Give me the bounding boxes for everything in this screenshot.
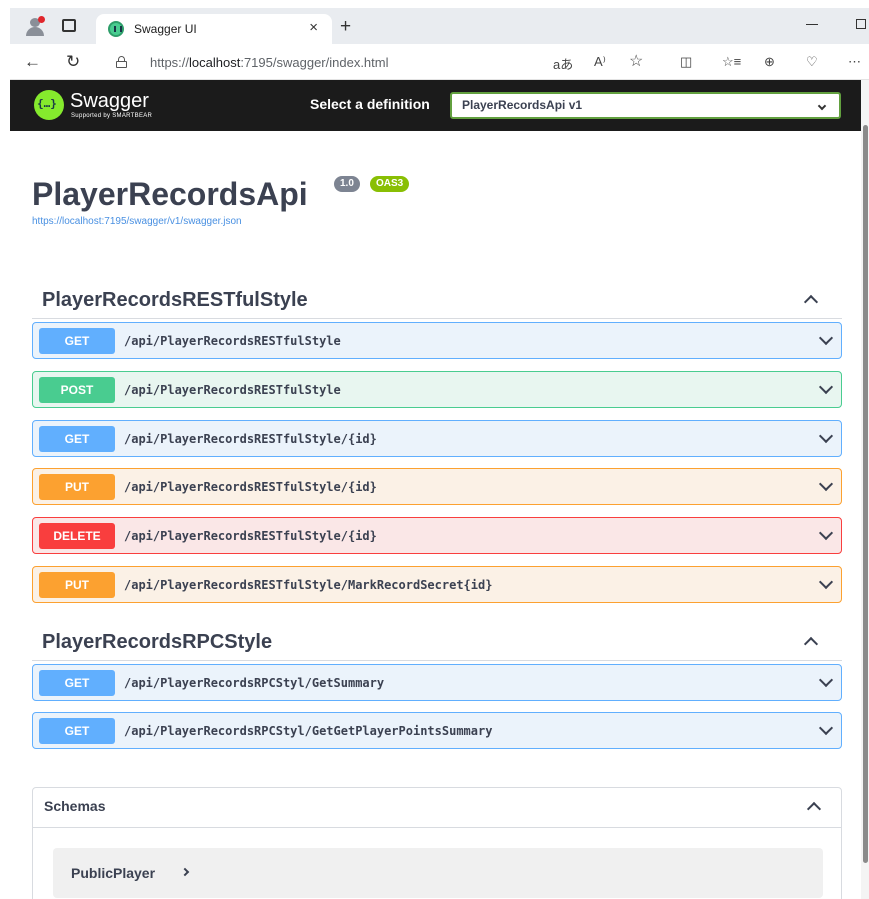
address-toolbar: ← ↻ https://localhost:7195/swagger/index… bbox=[10, 44, 869, 80]
schemas-header[interactable]: Schemas bbox=[33, 788, 841, 828]
expand-chevron-icon[interactable] bbox=[818, 672, 834, 688]
operation-row[interactable]: PUT /api/PlayerRecordsRESTfulStyle/MarkR… bbox=[32, 566, 842, 603]
definition-select[interactable]: PlayerRecordsApi v1 bbox=[450, 92, 841, 119]
new-tab-button[interactable]: + bbox=[340, 16, 351, 38]
operation-row[interactable]: POST /api/PlayerRecordsRESTfulStyle bbox=[32, 371, 842, 408]
method-badge: POST bbox=[39, 377, 115, 403]
operation-row[interactable]: PUT /api/PlayerRecordsRESTfulStyle/{id} bbox=[32, 468, 842, 505]
expand-chevron-icon[interactable] bbox=[818, 476, 834, 492]
tag-section-rpc[interactable]: PlayerRecordsRPCStyle bbox=[32, 625, 842, 661]
read-aloud-icon[interactable]: aあ bbox=[553, 54, 573, 73]
maximize-icon[interactable] bbox=[856, 19, 866, 29]
tag-section-restful[interactable]: PlayerRecordsRESTfulStyle bbox=[32, 283, 842, 319]
url-text: https://localhost:7195/swagger/index.htm… bbox=[150, 55, 389, 70]
schemas-section: Schemas PublicPlayer bbox=[32, 787, 842, 899]
operation-path: /api/PlayerRecordsRESTfulStyle/{id} bbox=[124, 480, 377, 494]
expand-chevron-icon[interactable] bbox=[818, 379, 834, 395]
tab-close-icon[interactable]: × bbox=[309, 19, 318, 36]
text-size-icon[interactable]: A⁾ bbox=[594, 54, 606, 70]
swagger-logo-text[interactable]: Swagger bbox=[70, 90, 149, 113]
back-arrow-icon[interactable]: ← bbox=[24, 52, 41, 72]
operation-path: /api/PlayerRecordsRPCStyl/GetGetPlayerPo… bbox=[124, 724, 493, 738]
oas-badge: OAS3 bbox=[370, 176, 410, 192]
collections-icon[interactable]: ⊕ bbox=[764, 54, 775, 70]
tag-title: PlayerRecordsRPCStyle bbox=[42, 631, 273, 653]
method-badge: GET bbox=[39, 670, 115, 696]
chevron-down-icon bbox=[817, 101, 827, 111]
tab-title: Swagger UI bbox=[134, 22, 197, 36]
method-badge: PUT bbox=[39, 572, 115, 598]
swagger-logo-icon[interactable]: {…} bbox=[34, 90, 64, 120]
collapse-chevron-icon[interactable] bbox=[803, 294, 819, 310]
api-title: PlayerRecordsApi bbox=[32, 176, 308, 212]
operation-row[interactable]: GET /api/PlayerRecordsRPCStyl/GetSummary bbox=[32, 664, 842, 701]
url-field[interactable]: https://localhost:7195/swagger/index.htm… bbox=[104, 48, 671, 76]
operation-row[interactable]: GET /api/PlayerRecordsRESTfulStyle bbox=[32, 322, 842, 359]
expand-chevron-icon[interactable] bbox=[818, 330, 834, 346]
refresh-icon[interactable]: ↻ bbox=[66, 52, 80, 72]
collapse-chevron-icon[interactable] bbox=[803, 636, 819, 652]
swagger-favicon-icon bbox=[108, 21, 124, 37]
schemas-title: Schemas bbox=[44, 798, 106, 814]
favorites-list-icon[interactable]: ☆≡ bbox=[722, 54, 741, 70]
browser-essentials-icon[interactable]: ♡ bbox=[806, 54, 818, 70]
model-name: PublicPlayer bbox=[71, 865, 156, 881]
swagger-topbar: {…} Swagger Supported by SMARTBEAR Selec… bbox=[10, 80, 861, 131]
version-badge: 1.0 bbox=[334, 176, 360, 192]
operation-row[interactable]: GET /api/PlayerRecordsRESTfulStyle/{id} bbox=[32, 420, 842, 457]
method-badge: GET bbox=[39, 718, 115, 744]
favorite-star-icon[interactable]: ☆ bbox=[629, 51, 643, 71]
method-badge: GET bbox=[39, 426, 115, 452]
operation-row[interactable]: GET /api/PlayerRecordsRPCStyl/GetGetPlay… bbox=[32, 712, 842, 749]
operation-path: /api/PlayerRecordsRESTfulStyle bbox=[124, 334, 341, 348]
minimize-icon[interactable] bbox=[806, 24, 818, 25]
operation-path: /api/PlayerRecordsRESTfulStyle bbox=[124, 383, 341, 397]
page-scrollbar[interactable] bbox=[861, 80, 869, 899]
split-screen-icon[interactable]: ◫ bbox=[680, 54, 692, 70]
operation-path: /api/PlayerRecordsRESTfulStyle/{id} bbox=[124, 529, 377, 543]
operation-path: /api/PlayerRecordsRESTfulStyle/{id} bbox=[124, 432, 377, 446]
collapse-chevron-icon[interactable] bbox=[806, 801, 822, 817]
method-badge: GET bbox=[39, 328, 115, 354]
chevron-right-icon[interactable] bbox=[180, 867, 190, 877]
method-badge: DELETE bbox=[39, 523, 115, 549]
profile-icon[interactable] bbox=[26, 16, 45, 36]
browser-tab-bar: Swagger UI × + bbox=[10, 8, 869, 44]
spec-url-link[interactable]: https://localhost:7195/swagger/v1/swagge… bbox=[32, 216, 242, 227]
operation-path: /api/PlayerRecordsRESTfulStyle/MarkRecor… bbox=[124, 578, 493, 592]
operation-path: /api/PlayerRecordsRPCStyl/GetSummary bbox=[124, 676, 385, 690]
operation-row[interactable]: DELETE /api/PlayerRecordsRESTfulStyle/{i… bbox=[32, 517, 842, 554]
expand-chevron-icon[interactable] bbox=[818, 720, 834, 736]
tab-actions-icon[interactable] bbox=[62, 19, 76, 32]
method-badge: PUT bbox=[39, 474, 115, 500]
expand-chevron-icon[interactable] bbox=[818, 428, 834, 444]
swagger-logo-subtitle: Supported by SMARTBEAR bbox=[71, 113, 153, 119]
expand-chevron-icon[interactable] bbox=[818, 525, 834, 541]
definition-select-value: PlayerRecordsApi v1 bbox=[462, 98, 583, 112]
model-item[interactable]: PublicPlayer bbox=[53, 848, 823, 898]
definition-select-label: Select a definition bbox=[310, 96, 430, 112]
scrollbar-thumb[interactable] bbox=[863, 125, 868, 863]
expand-chevron-icon[interactable] bbox=[818, 574, 834, 590]
lock-icon[interactable] bbox=[116, 56, 127, 68]
browser-tab[interactable]: Swagger UI × bbox=[96, 14, 332, 44]
tag-title: PlayerRecordsRESTfulStyle bbox=[42, 289, 308, 311]
more-options-icon[interactable]: ⋯ bbox=[848, 54, 861, 70]
